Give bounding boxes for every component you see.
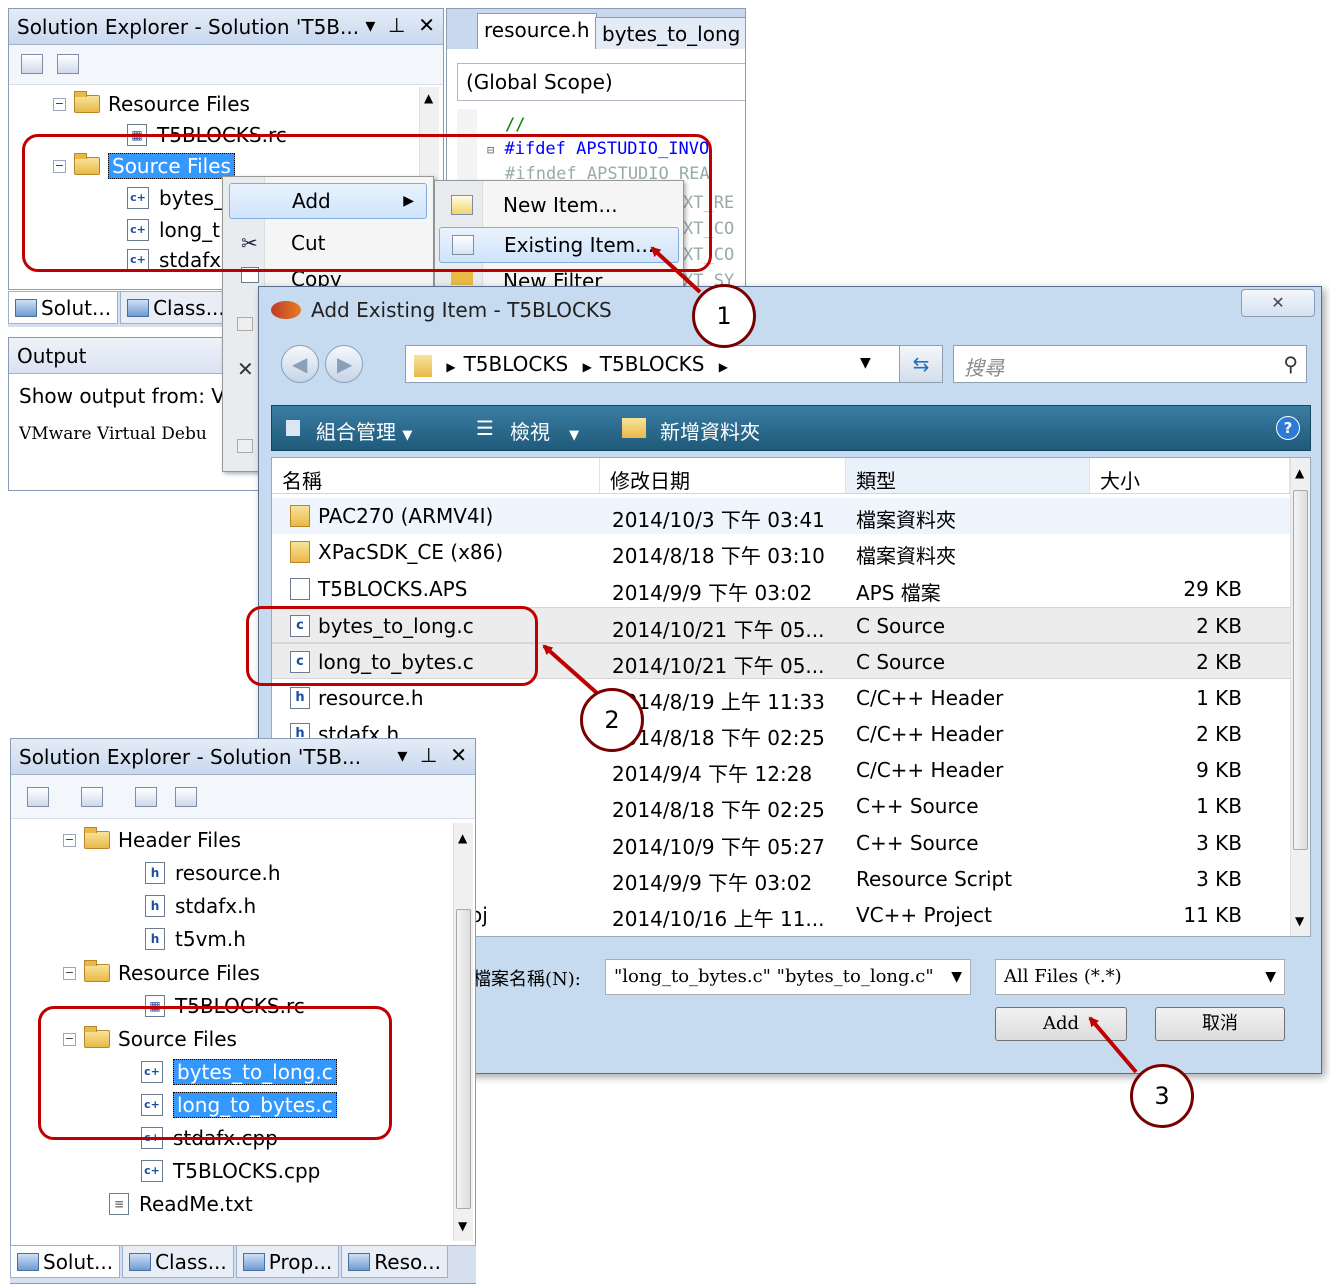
callout-2: 2 xyxy=(580,688,644,752)
arrow-1 xyxy=(650,246,702,294)
arrow-2 xyxy=(542,644,600,696)
callout-1: 1 xyxy=(692,284,756,348)
arrow-3 xyxy=(1088,1016,1138,1074)
callout-3: 3 xyxy=(1130,1064,1194,1128)
